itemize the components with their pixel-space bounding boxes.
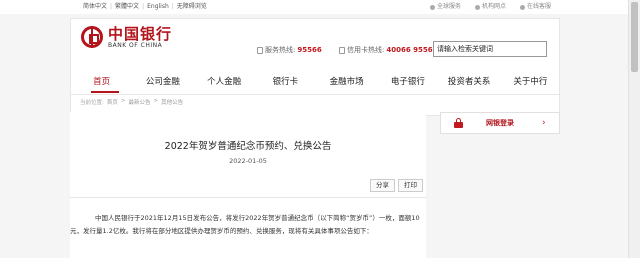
breadcrumb: 当前位置: 首页 > 最新公告 > 其他公告 [80, 98, 183, 106]
logo-english-name: BANK OF CHINA [108, 42, 163, 49]
bank-logo[interactable]: 中国银行 BANK OF CHINA [81, 26, 172, 50]
phone-icon [339, 46, 345, 54]
phone-icon [257, 46, 263, 54]
language-links: 简体中文 | 繁體中文 | English | 无障碍浏览 [80, 2, 210, 12]
nav-item-cards[interactable]: 银行卡 [255, 71, 316, 93]
article-actions: 分享 打印 [370, 179, 423, 192]
main-nav: 首页 公司金融 个人金融 银行卡 金融市场 电子银行 投资者关系 关于中行 [71, 71, 561, 93]
breadcrumb-home[interactable]: 首页 [107, 98, 118, 106]
lang-simplified-link[interactable]: 简体中文 [80, 2, 110, 12]
divider [70, 197, 426, 198]
service-hotline-label: 服务热线: [265, 46, 296, 54]
article-date: 2022-01-05 [229, 157, 267, 165]
breadcrumb-prefix: 当前位置: [80, 100, 104, 106]
globe-icon [430, 4, 435, 10]
online-support-label: 在线客服 [527, 3, 552, 10]
scrollbar-thumb[interactable] [631, 2, 638, 72]
breadcrumb-latest[interactable]: 最新公告 [128, 98, 150, 106]
nav-item-home[interactable]: 首页 [71, 71, 132, 93]
article-paragraph: 中国人民银行于2021年12月15日发布公告，将发行2022年贺岁普通纪念币（以… [70, 214, 420, 235]
chevron-right-icon: › [542, 118, 546, 128]
page-scrollbar[interactable] [628, 0, 640, 258]
location-icon [475, 4, 481, 10]
login-label: 网银登录 [486, 119, 514, 127]
service-hotline: 服务热线: 95566 [257, 45, 322, 55]
user-icon [520, 4, 526, 10]
global-service-link[interactable]: 全球服务 [430, 2, 461, 12]
print-button[interactable]: 打印 [398, 179, 423, 192]
article-panel: 2022年贺岁普通纪念币预约、兑换公告 2022-01-05 分享 打印 中国人… [70, 112, 426, 258]
global-service-label: 全球服务 [437, 3, 462, 10]
card-hotline-label: 信用卡热线: [347, 46, 385, 54]
nav-item-markets[interactable]: 金融市场 [316, 71, 377, 93]
breadcrumb-current[interactable]: 其他公告 [161, 98, 183, 106]
breadcrumb-separator: > [153, 98, 159, 104]
lang-english-link[interactable]: English [144, 2, 172, 12]
bank-logo-icon [81, 26, 103, 48]
breadcrumb-separator: > [120, 98, 126, 104]
branch-locator-link[interactable]: 机构网点 [475, 2, 506, 12]
nav-active-indicator [91, 91, 119, 93]
lang-traditional-link[interactable]: 繁體中文 [112, 2, 142, 12]
share-button[interactable]: 分享 [370, 179, 395, 192]
search-input[interactable]: 请输入检索关键词 [433, 41, 547, 57]
branch-locator-label: 机构网点 [482, 3, 507, 10]
accessibility-link[interactable]: 无障碍浏览 [174, 2, 210, 12]
nav-item-ebanking[interactable]: 电子银行 [377, 71, 438, 93]
nav-item-about[interactable]: 关于中行 [500, 71, 561, 93]
online-banking-login-button[interactable]: 网银登录 › [440, 112, 560, 134]
top-utility-bar: 简体中文 | 繁體中文 | English | 无障碍浏览 全球服务 机构网点 … [0, 0, 628, 14]
service-hotline-number: 95566 [297, 46, 322, 54]
lock-icon [454, 118, 463, 128]
article-body: 中国人民银行于2021年12月15日发布公告，将发行2022年贺岁普通纪念币（以… [70, 212, 426, 237]
card-hotline: 信用卡热线: 40066 95566 [339, 45, 438, 55]
online-support-link[interactable]: 在线客服 [520, 2, 551, 12]
logo-chinese-name: 中国银行 [108, 25, 173, 43]
nav-item-personal[interactable]: 个人金融 [194, 71, 255, 93]
card-hotline-number: 40066 95566 [386, 46, 438, 54]
nav-item-corporate[interactable]: 公司金融 [132, 71, 193, 93]
nav-item-investor[interactable]: 投资者关系 [439, 71, 500, 93]
divider [71, 94, 559, 95]
article-title: 2022年贺岁普通纪念币预约、兑换公告 [164, 141, 332, 152]
top-right-links: 全球服务 机构网点 在线客服 [430, 2, 551, 12]
